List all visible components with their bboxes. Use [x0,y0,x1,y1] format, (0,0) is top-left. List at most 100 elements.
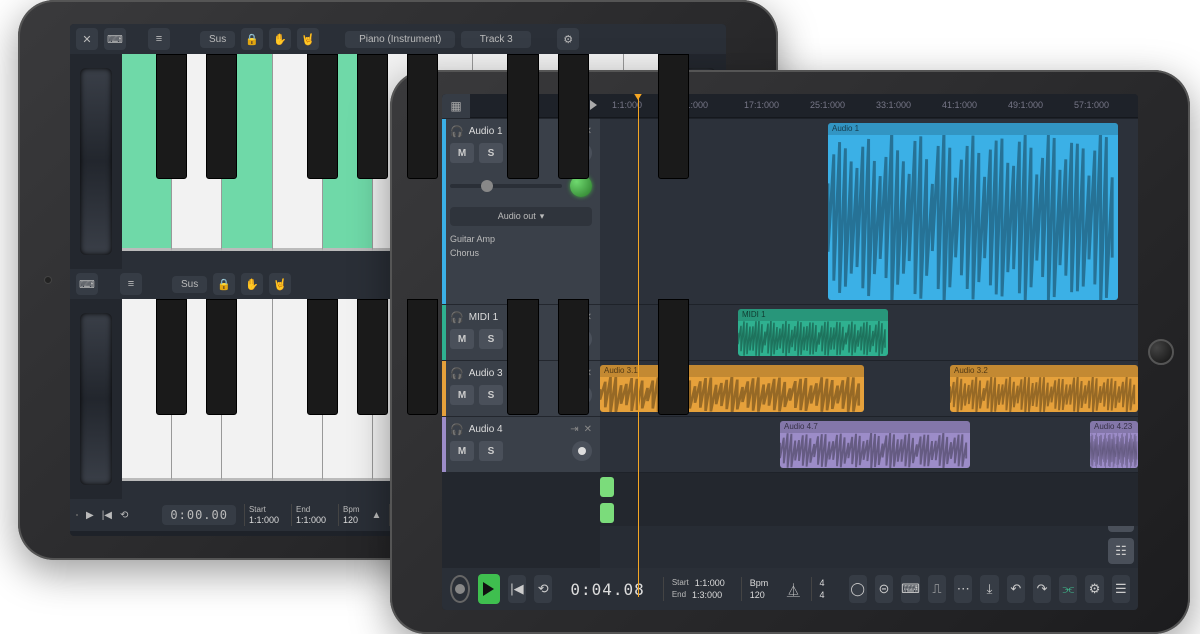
redo-icon[interactable]: ↷ [1033,575,1051,603]
piano-black-key[interactable] [558,54,589,179]
record-button[interactable] [450,575,470,603]
fx-insert[interactable]: Chorus [450,246,592,260]
mute-button[interactable]: M [450,329,474,349]
skip-start-button[interactable]: |◀ [508,575,526,603]
play-button[interactable] [478,574,500,604]
sliders-icon[interactable]: ≡ [120,273,142,295]
track-name[interactable]: Audio 4 [469,424,566,435]
camera-dot [44,276,52,284]
piano-black-key[interactable] [307,299,338,415]
mute-button[interactable]: M [450,143,474,163]
pitch-wheel-left[interactable] [70,299,122,499]
pitch-wheel-left[interactable] [70,54,122,269]
metronome-icon[interactable]: ▲ [371,510,381,521]
rock-hand-icon[interactable]: 🤘 [269,273,291,295]
piano-black-key[interactable] [507,54,538,179]
arm-record-button[interactable] [572,441,592,461]
keyboard-mode-icon[interactable]: ⌨ [104,28,126,50]
time-signature[interactable]: 4 4 [811,577,833,601]
piano-black-key[interactable] [407,299,438,415]
fx-insert-list[interactable]: Guitar AmpChorus [450,232,592,260]
hand-icon[interactable]: ✋ [241,273,263,295]
more-icon[interactable]: ⋯ [954,575,972,603]
metronome-icon[interactable]: ⏅ [784,575,802,603]
locator-group[interactable]: Start1:1:000 End1:3:000 [663,577,733,601]
automation-icon[interactable]: ◯ [849,575,867,603]
close-icon[interactable]: ✕ [76,28,98,50]
volume-slider[interactable] [450,184,562,188]
solo-button[interactable]: S [479,441,503,461]
instrument-selector[interactable]: Piano (Instrument) [345,31,455,48]
piano-black-key[interactable] [558,299,589,415]
disk-icon[interactable]: ⊝ [875,575,893,603]
add-track-lane[interactable] [600,472,1138,526]
piano-black-key[interactable] [658,54,689,179]
bpm-field[interactable]: Bpm120 [338,504,363,526]
rock-hand-icon[interactable]: 🤘 [297,28,319,50]
export-icon[interactable]: ⤓ [980,575,998,603]
solo-button[interactable]: S [479,385,503,405]
solo-button[interactable]: S [479,329,503,349]
piano-icon[interactable]: ⌨ [901,575,920,603]
mute-button[interactable]: M [450,441,474,461]
close-track-icon[interactable]: ✕ [584,424,592,435]
clip[interactable]: Audio 4.23 [1090,421,1138,468]
clip[interactable]: Audio 3.2 [950,365,1138,412]
sustain-button[interactable]: Sus [200,31,235,48]
clip[interactable]: Audio 4.7 [780,421,970,468]
loop-button[interactable]: ⟲ [120,510,128,521]
play-marker-icon [590,100,597,110]
share-icon[interactable]: ⫘ [1059,575,1077,603]
mute-button[interactable]: M [450,385,474,405]
piano-black-key[interactable] [658,299,689,415]
piano-black-key[interactable] [407,54,438,179]
clip[interactable]: MIDI 1 [738,309,888,356]
headphones-icon[interactable]: 🎧 [450,125,464,138]
skip-start-button[interactable]: |◀ [102,510,112,521]
piano-black-key[interactable] [507,299,538,415]
piano-black-key[interactable] [357,54,388,179]
timeline-ruler[interactable]: ▦ 1:1:0009:1:00017:1:00025:1:00033:1:000… [442,94,1138,118]
bpm-group[interactable]: Bpm 120 [741,577,777,601]
lock-icon[interactable]: 🔒 [241,28,263,50]
piano-black-key[interactable] [307,54,338,179]
locator-start[interactable]: Start1:1:000 [244,504,283,526]
clip[interactable]: Audio 3.1 [600,365,864,412]
gear-icon[interactable]: ⚙ [1085,575,1103,603]
gear-icon[interactable]: ⚙ [557,28,579,50]
headphones-icon[interactable]: 🎧 [450,423,464,436]
output-selector[interactable]: Audio out ▾ [450,207,592,226]
hand-icon[interactable]: ✋ [269,28,291,50]
piano-black-key[interactable] [357,299,388,415]
loop-button[interactable]: ⟲ [534,575,552,603]
headphones-icon[interactable]: 🎧 [450,367,464,380]
solo-button[interactable]: S [479,143,503,163]
lock-icon[interactable]: 🔒 [213,273,235,295]
track-header[interactable]: 🎧 Audio 4 ⇥ ✕ MS [442,416,600,472]
locator-end[interactable]: End1:1:000 [291,504,330,526]
piano-black-key[interactable] [156,54,187,179]
grid-icon[interactable]: ▦ [442,94,470,118]
collapse-icon[interactable]: ⇥ [570,424,578,435]
mixer-faders-icon[interactable]: ⎍ [928,575,946,603]
headphones-icon[interactable]: 🎧 [450,311,464,324]
add-clip-handle[interactable] [600,477,614,497]
record-button[interactable] [76,514,78,516]
undo-icon[interactable]: ↶ [1007,575,1025,603]
menu-icon[interactable]: ☰ [1112,575,1130,603]
keyboard-mode-icon[interactable]: ⌨ [76,273,98,295]
ipad-home-button[interactable] [1148,339,1174,365]
mixer-icon[interactable]: ☷ [1108,538,1134,564]
track-lane[interactable]: Audio 4.7 Audio 4.23 [600,416,1138,472]
fx-insert[interactable]: Guitar Amp [450,232,592,246]
track-selector[interactable]: Track 3 [461,31,531,48]
piano-black-key[interactable] [206,299,237,415]
play-button[interactable]: ▶ [86,510,94,521]
piano-black-key[interactable] [156,299,187,415]
sliders-icon[interactable]: ≡ [148,28,170,50]
clip[interactable]: Audio 1 [828,123,1118,300]
sustain-button[interactable]: Sus [172,276,207,293]
playhead[interactable] [638,94,639,597]
add-clip-handle[interactable] [600,503,614,523]
piano-black-key[interactable] [206,54,237,179]
